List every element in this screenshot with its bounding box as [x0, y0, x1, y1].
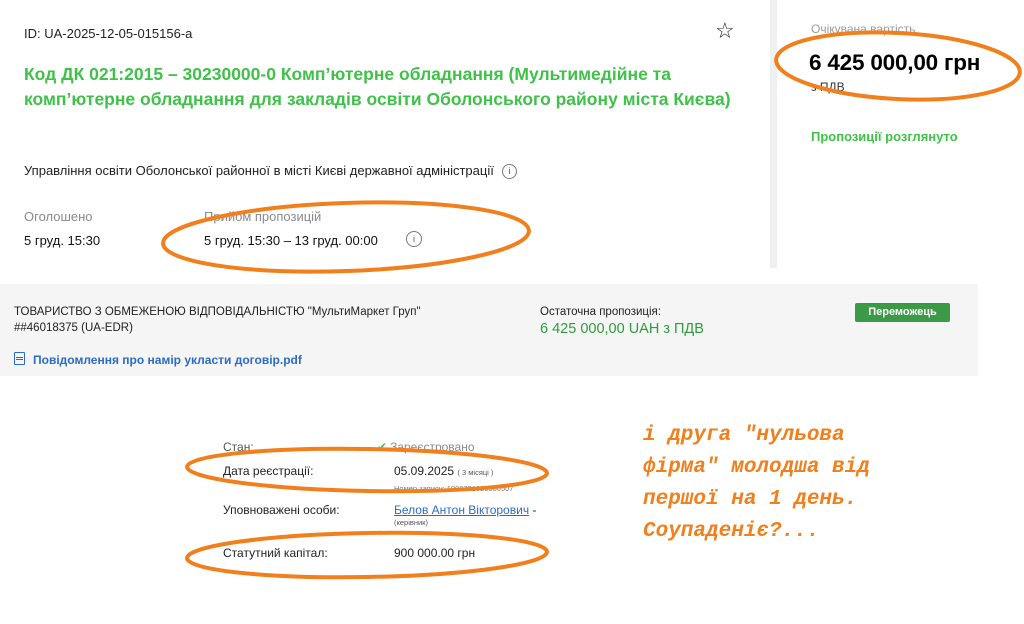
registry-status-label: Стан:: [223, 440, 254, 454]
authorized-suffix: -: [529, 503, 537, 517]
contract-notice-link[interactable]: Повідомлення про намір укласти договір.p…: [14, 352, 302, 367]
annotation-line: першої на 1 день.: [643, 488, 858, 511]
procuring-entity: Управління освіти Оболонської районної в…: [24, 163, 517, 180]
registration-date-label: Дата реєстрації:: [223, 464, 314, 478]
winner-badge: Переможець: [855, 303, 950, 322]
column-divider: [770, 0, 777, 268]
bids-period-value: 5 груд. 15:30 – 13 груд. 00:00: [204, 233, 378, 248]
capital-label: Статутний капітал:: [223, 546, 328, 560]
tender-id: ID: UA-2025-12-05-015156-a: [24, 26, 193, 41]
tender-status: Пропозиції розглянуто: [811, 129, 958, 144]
annotation-line: фірма" молодша від: [643, 456, 870, 479]
registry-status-value: ✔ Зареєстровано: [377, 440, 475, 454]
registration-date: 05.09.2025: [394, 464, 455, 478]
final-offer-value: 6 425 000,00 UAH з ПДВ: [540, 321, 704, 337]
registration-number: Номер запису: 1000731020000507: [394, 484, 514, 493]
check-icon: ✔: [377, 440, 388, 454]
annotation-line: Соупаденіє?...: [643, 520, 820, 543]
announced-label: Оголошено: [24, 209, 93, 224]
favorite-star-icon[interactable]: ☆: [715, 20, 735, 42]
capital-value: 900 000.00 грн: [394, 546, 476, 560]
registration-age: ( 3 місяці ): [457, 468, 494, 477]
registry-status-text: Зареєстровано: [390, 440, 475, 454]
authorized-person-role: (керівник): [394, 518, 428, 527]
bids-period-label: Прийом пропозицій: [204, 209, 322, 224]
procuring-entity-name: Управління освіти Оболонської районної в…: [24, 163, 494, 178]
expected-value-amount: 6 425 000,00 грн: [809, 50, 981, 75]
tender-title[interactable]: Код ДК 021:2015 – 30230000-0 Комп’ютерне…: [24, 62, 754, 112]
vat-label: з ПДВ: [811, 80, 845, 94]
info-circle-icon[interactable]: i: [501, 164, 517, 180]
announced-value: 5 груд. 15:30: [24, 233, 101, 248]
contract-notice-link-text[interactable]: Повідомлення про намір укласти договір.p…: [33, 353, 302, 367]
bidder-edr-code: ##46018375 (UA-EDR): [14, 322, 133, 334]
authorized-persons-value: Белов Антон Вікторович -: [394, 503, 536, 517]
authorized-person-link[interactable]: Белов Антон Вікторович: [394, 503, 529, 517]
final-offer-label: Остаточна пропозиція:: [540, 306, 661, 318]
bidder-name: ТОВАРИСТВО З ОБМЕЖЕНОЮ ВІДПОВІДАЛЬНІСТЮ …: [14, 306, 421, 318]
authorized-persons-label: Уповноважені особи:: [223, 503, 340, 517]
annotation-text: і друга "нульова фірма" молодша від перш…: [643, 420, 1003, 548]
expected-value-label: Очікувана вартість: [811, 22, 916, 36]
info-circle-icon[interactable]: i: [406, 231, 422, 247]
annotation-line: і друга "нульова: [643, 424, 845, 447]
registration-date-value: 05.09.2025 ( 3 місяці ): [394, 464, 493, 478]
file-icon: [14, 352, 25, 365]
